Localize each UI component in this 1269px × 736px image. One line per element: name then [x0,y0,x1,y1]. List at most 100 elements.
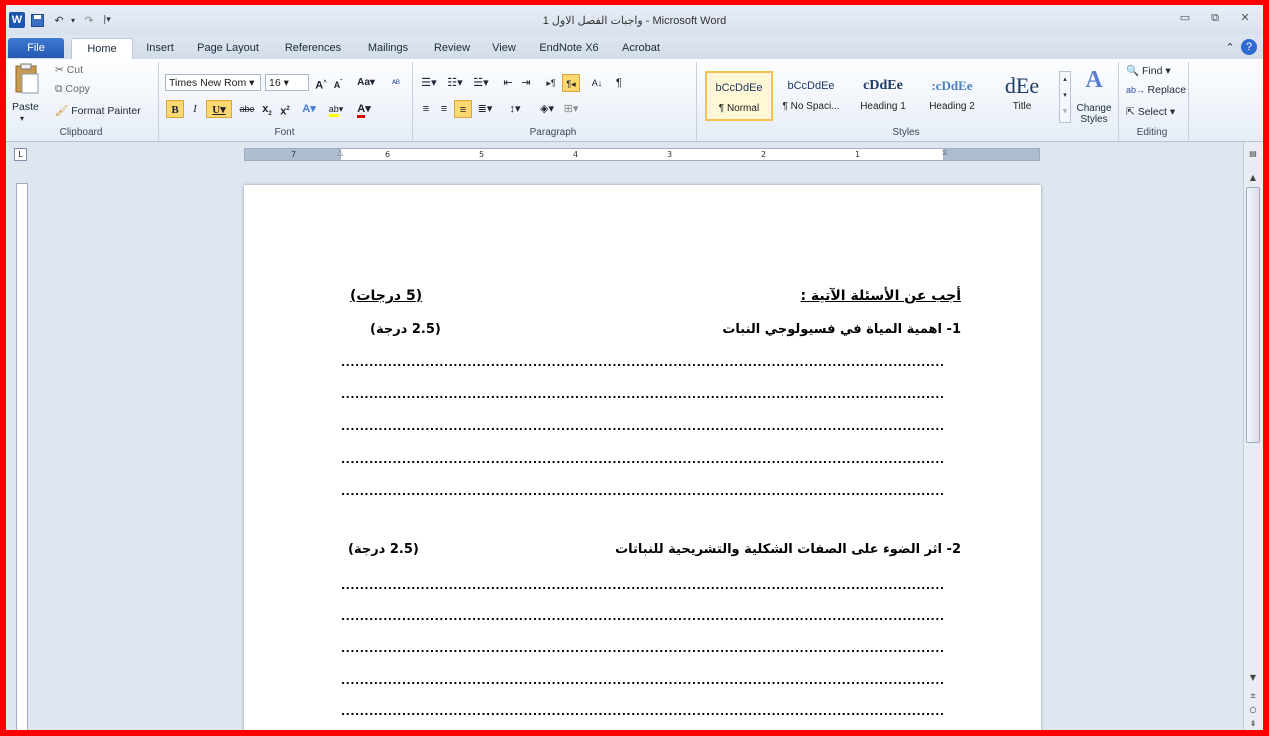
vertical-ruler[interactable] [16,183,28,730]
browse-object-icon[interactable]: ○ [1246,704,1260,716]
shrink-font-icon[interactable]: Aˇ [331,74,345,92]
answer-line[interactable]: ........................................… [341,458,945,464]
close-icon[interactable]: ✕ [1235,11,1255,27]
superscript-icon[interactable]: x2 [277,100,293,118]
tab-home[interactable]: Home [71,38,133,60]
tab-references[interactable]: References [280,38,346,58]
answer-line[interactable]: ........................................… [341,679,945,685]
previous-page-icon[interactable]: ± [1246,690,1260,702]
replace-button[interactable]: ab→ Replace [1126,84,1186,96]
style-title[interactable]: dEe Title [988,71,1056,121]
answer-line[interactable]: ........................................… [341,710,945,716]
select-button[interactable]: ⇱ Select ▾ [1126,106,1175,118]
tab-selector-button[interactable]: L [14,148,27,161]
change-styles-icon[interactable]: A [1076,67,1112,94]
minimize-ribbon-icon[interactable]: ⌃ [1223,38,1237,58]
answer-line[interactable]: ........................................… [341,584,945,590]
align-left-icon[interactable]: ≡ [418,100,434,118]
answer-line[interactable]: ........................................… [341,361,945,367]
answer-line[interactable]: ........................................… [341,425,945,431]
shading-icon[interactable]: ◈▾ [536,100,558,118]
copy-button[interactable]: ⧉ Copy [55,83,90,96]
scroll-thumb[interactable] [1246,187,1260,443]
sort-icon[interactable]: A↓ [588,74,606,92]
tab-file[interactable]: File [8,38,64,58]
copy-label: Copy [65,83,90,95]
paste-icon[interactable] [12,63,40,97]
tab-endnote[interactable]: EndNote X6 [534,38,604,58]
style-heading-1[interactable]: cDdEe Heading 1 [849,71,917,121]
paste-button[interactable]: Paste [12,101,39,113]
horizontal-ruler[interactable]: 7 6 5 4 3 2 1 △ ⧖ [244,148,1040,161]
help-icon[interactable]: ? [1241,39,1257,55]
italic-button[interactable]: I [187,100,203,118]
tab-page-layout[interactable]: Page Layout [193,38,263,58]
change-case-icon[interactable]: Aa▾ [354,74,378,92]
copy-icon: ⧉ [55,83,66,95]
cut-button[interactable]: ✂ Cut [55,64,83,76]
ruler-number: 7 [291,150,297,159]
answer-line[interactable]: ........................................… [341,393,945,399]
change-styles-button[interactable]: Change Styles [1074,103,1114,125]
line-spacing-icon[interactable]: ↕▾ [504,100,526,118]
divider [1188,62,1189,140]
highlight-color-icon[interactable]: ab▾ [324,100,348,118]
align-center-icon[interactable]: ≡ [436,100,452,118]
ribbon-tabs: File Home Insert Page Layout References … [6,35,1263,60]
restore-icon[interactable]: ⧉ [1205,11,1225,27]
multilevel-list-icon[interactable]: ☱▾ [470,74,492,92]
scroll-up-icon[interactable]: ▲ [1246,172,1260,184]
justify-icon[interactable]: ≣▾ [474,100,496,118]
borders-icon[interactable]: ⊞▾ [560,100,582,118]
numbering-icon[interactable]: ☷▾ [444,74,466,92]
find-label: Find [1142,65,1163,77]
style-no-spacing[interactable]: bCcDdEe ¶ No Spaci... [777,71,845,121]
find-button[interactable]: 🔍 Find ▾ [1126,64,1171,77]
answer-line[interactable]: ........................................… [341,615,945,621]
align-right-icon[interactable]: ≡ [454,100,472,118]
brush-icon: 🖌 [55,105,72,117]
underline-button[interactable]: U▾ [206,100,232,118]
styles-group-label: Styles [892,127,920,138]
cut-label: Cut [66,64,84,76]
styles-scroll-icon[interactable]: ▴ ▾ ▿ [1059,71,1071,123]
font-color-icon[interactable]: A▾ [352,100,376,118]
tab-view[interactable]: View [486,38,522,58]
font-name-value: Times New Rom [169,77,247,89]
vertical-scrollbar[interactable]: ▤ ▲ ▼ ± ○ ⇟ [1243,142,1263,730]
tab-acrobat[interactable]: Acrobat [616,38,666,58]
paste-dropdown-icon[interactable]: ▾ [20,114,24,123]
answer-line[interactable]: ........................................… [341,647,945,653]
next-page-icon[interactable]: ⇟ [1246,718,1260,730]
clear-formatting-icon[interactable]: ᴬᴮ [387,74,405,92]
indent-marker-icon[interactable]: △ [337,147,343,158]
font-size-select[interactable]: 16 ▾ [265,74,309,91]
bullets-icon[interactable]: ☰▾ [418,74,440,92]
subscript-icon[interactable]: x2 [259,100,275,118]
style-sample: :cDdEe [931,78,973,93]
increase-indent-icon[interactable]: ⇥ [518,74,534,92]
answer-line[interactable]: ........................................… [341,490,945,496]
ltr-icon[interactable]: ▸¶ [542,74,560,92]
strikethrough-icon[interactable]: abe [236,100,258,118]
tab-mailings[interactable]: Mailings [361,38,415,58]
bold-button[interactable]: B [166,100,184,118]
show-marks-icon[interactable]: ¶ [612,74,626,92]
view-ruler-icon[interactable]: ▤ [1246,148,1260,160]
style-heading-2[interactable]: :cDdEe Heading 2 [918,71,986,121]
minimize-icon[interactable]: ▭ [1175,11,1195,27]
document-page[interactable]: أجب عن الأسئلة الآتية : (5 درجات) 1- اهم… [244,185,1041,730]
tab-review[interactable]: Review [430,38,474,58]
title-bar: W ↶ ▾ ↷ |▾ واجبات الفصل الاول 1 - Micros… [6,5,1263,35]
font-name-select[interactable]: Times New Rom ▾ [165,74,261,91]
format-painter-button[interactable]: 🖌 Format Painter [55,104,141,117]
text-effects-icon[interactable]: A▾ [298,100,320,118]
rtl-icon[interactable]: ¶◂ [562,74,580,92]
scroll-down-icon[interactable]: ▼ [1246,672,1260,684]
decrease-indent-icon[interactable]: ⇤ [500,74,516,92]
style-normal[interactable]: bCcDdEe ¶ Normal [705,71,773,121]
right-indent-marker-icon[interactable]: ⧖ [942,147,948,158]
tab-insert[interactable]: Insert [140,38,180,58]
grow-font-icon[interactable]: A^ [313,74,329,92]
font-size-value: 16 [269,77,281,89]
